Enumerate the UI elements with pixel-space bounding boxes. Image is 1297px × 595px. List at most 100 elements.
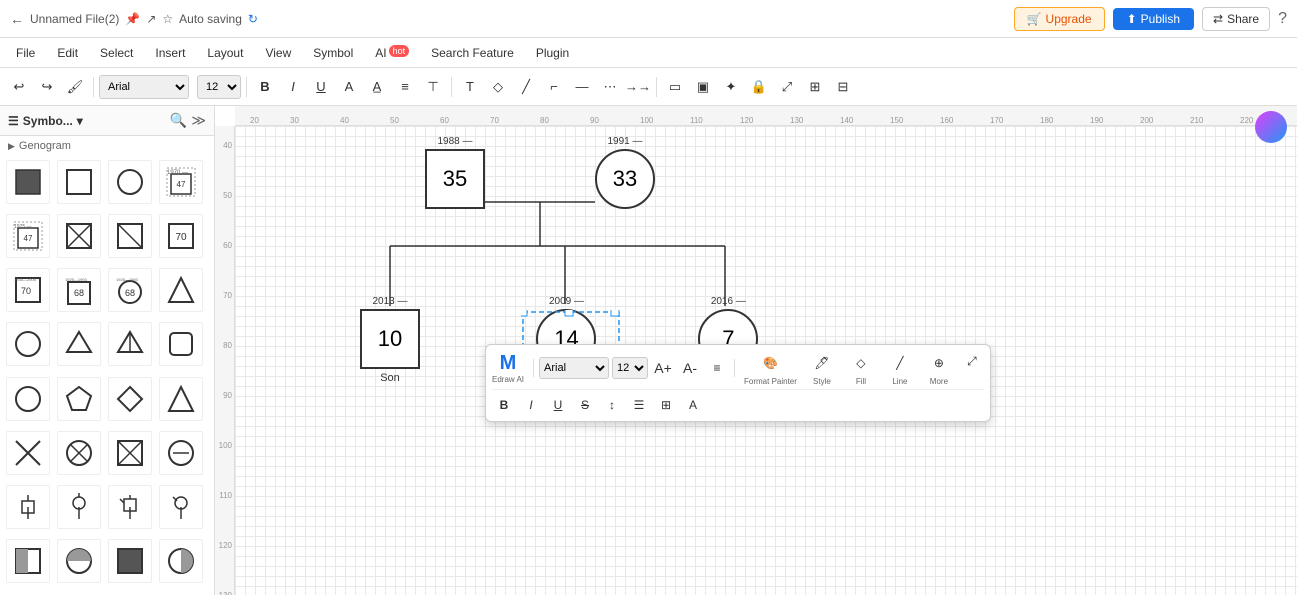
bold-button[interactable]: B	[252, 74, 278, 100]
symbol-square-solid[interactable]	[6, 160, 50, 204]
symbol-triangle-up[interactable]	[159, 377, 203, 421]
font-family-select[interactable]: Arial	[99, 75, 189, 99]
symbol-plant2[interactable]	[57, 485, 101, 529]
float-font-color-btn[interactable]: A	[681, 393, 705, 417]
menu-search[interactable]: Search Feature	[421, 42, 524, 64]
symbol-triangle-down-2[interactable]	[57, 322, 101, 366]
symbol-half-circle[interactable]	[57, 539, 101, 583]
line-style2-btn[interactable]: ⋯	[597, 74, 623, 100]
symbol-half-sq[interactable]	[6, 539, 50, 583]
fill-color-btn[interactable]: ◇	[485, 74, 511, 100]
menubar: File Edit Select Insert Layout View Symb…	[0, 38, 1297, 68]
connector-btn[interactable]: ⌐	[541, 74, 567, 100]
upgrade-button[interactable]: 🛒 Upgrade	[1014, 7, 1105, 31]
node-33[interactable]: 1991 — 33	[595, 136, 655, 209]
canvas[interactable]: 1988 — 35 1991 — 33	[235, 126, 1297, 595]
symbol-rounded-square[interactable]	[159, 322, 203, 366]
menu-symbol[interactable]: Symbol	[303, 42, 363, 64]
symbol-sq-70b[interactable]: 70 1935—2006	[6, 268, 50, 312]
symbol-square-num47[interactable]: 47 1970 —	[159, 160, 203, 204]
symbol-dark-sq[interactable]	[108, 539, 152, 583]
font-color-button[interactable]: A	[336, 74, 362, 100]
align-left-button[interactable]: ≡	[392, 74, 418, 100]
align-btn2[interactable]: ⊟	[830, 74, 856, 100]
symbol-square-outline[interactable]	[57, 160, 101, 204]
float-decrease-font-btn[interactable]: A-	[678, 356, 702, 380]
float-italic-btn[interactable]: I	[519, 393, 543, 417]
table-btn[interactable]: ⊞	[802, 74, 828, 100]
float-fill-section[interactable]: ◇ Fill	[843, 349, 879, 386]
symbol-circle-x[interactable]	[159, 431, 203, 475]
float-align-btn[interactable]: ≡	[705, 356, 729, 380]
float-style-section[interactable]: 🖊 Style	[804, 349, 840, 386]
float-bold-btn[interactable]: B	[492, 393, 516, 417]
symbol-diamond[interactable]	[108, 377, 152, 421]
symbol-sq-diag[interactable]	[108, 214, 152, 258]
float-line-spacing-btn[interactable]: ↕	[600, 393, 624, 417]
float-size-select[interactable]: 12	[612, 357, 648, 379]
symbol-pentagon[interactable]	[57, 377, 101, 421]
float-font-select[interactable]: Arial	[539, 357, 609, 379]
italic-button[interactable]: I	[280, 74, 306, 100]
symbol-plant3[interactable]	[108, 485, 152, 529]
symbol-circle-outline-sm[interactable]	[6, 322, 50, 366]
font-size-select[interactable]: 12	[197, 75, 241, 99]
help-button[interactable]: ?	[1278, 10, 1287, 28]
extra-btn[interactable]: ✦	[718, 74, 744, 100]
float-list-btn[interactable]: ☰	[627, 393, 651, 417]
menu-file[interactable]: File	[6, 42, 45, 64]
unlink-btn[interactable]: ⤢	[774, 74, 800, 100]
symbol-sq-x[interactable]	[108, 431, 152, 475]
user-avatar[interactable]	[1255, 111, 1287, 143]
symbol-circle-outline[interactable]	[108, 160, 152, 204]
font-bg-button[interactable]: A̲	[364, 74, 390, 100]
menu-select[interactable]: Select	[90, 42, 143, 64]
shadow-btn[interactable]: ▣	[690, 74, 716, 100]
symbol-sq-cross[interactable]	[57, 214, 101, 258]
arrow-btn[interactable]: →→	[625, 74, 651, 100]
share-button[interactable]: ⇄ Share	[1202, 7, 1270, 31]
sidebar-search-button[interactable]: 🔍	[170, 112, 187, 129]
format-painter-button[interactable]: 🖌	[62, 74, 88, 100]
float-more-section[interactable]: ⊕ More	[921, 349, 957, 386]
lock-btn[interactable]: 🔒	[746, 74, 772, 100]
underline-button[interactable]: U	[308, 74, 334, 100]
node-10-son[interactable]: 2013 — 10 Son	[360, 296, 420, 384]
symbol-circle-sm2[interactable]	[6, 377, 50, 421]
node-35[interactable]: 1988 — 35	[425, 136, 485, 209]
text-orient-button[interactable]: ⊤	[420, 74, 446, 100]
float-increase-font-btn[interactable]: A+	[651, 356, 675, 380]
menu-ai[interactable]: AIhot	[365, 42, 419, 64]
float-underline-btn[interactable]: U	[546, 393, 570, 417]
symbol-half-circle-2[interactable]	[159, 539, 203, 583]
menu-layout[interactable]: Layout	[197, 42, 253, 64]
undo-button[interactable]: ↩	[6, 74, 32, 100]
symbol-triangle-down[interactable]	[159, 268, 203, 312]
symbol-x-mark[interactable]	[6, 431, 50, 475]
menu-view[interactable]: View	[255, 42, 301, 64]
symbol-circle-68[interactable]: 68 1925—1993	[108, 268, 152, 312]
symbol-plant1[interactable]	[6, 485, 50, 529]
menu-insert[interactable]: Insert	[145, 42, 195, 64]
float-format-painter-section[interactable]: 🎨 Format Painter	[740, 349, 801, 386]
shape-btn[interactable]: ▭	[662, 74, 688, 100]
sidebar-section-genogram[interactable]: Genogram	[0, 136, 214, 156]
symbol-triangle-down-3[interactable]	[108, 322, 152, 366]
line-style-btn[interactable]: —	[569, 74, 595, 100]
text-button[interactable]: T	[457, 74, 483, 100]
redo-button[interactable]: ↪	[34, 74, 60, 100]
symbol-plant4[interactable]	[159, 485, 203, 529]
float-line-section[interactable]: ╱ Line	[882, 349, 918, 386]
menu-edit[interactable]: Edit	[47, 42, 88, 64]
float-align-h-btn[interactable]: ⊞	[654, 393, 678, 417]
float-expand-btn[interactable]: ⤢	[960, 349, 984, 373]
symbol-sq-47[interactable]: 47 1975 —	[6, 214, 50, 258]
float-strike-btn[interactable]: S	[573, 393, 597, 417]
menu-plugin[interactable]: Plugin	[526, 42, 579, 64]
sidebar-collapse-button[interactable]: ≫	[191, 112, 206, 129]
publish-button[interactable]: ⬆ Publish	[1113, 8, 1194, 30]
symbol-sq-68-dated[interactable]: 68 1925—1993	[57, 268, 101, 312]
symbol-x-circle[interactable]	[57, 431, 101, 475]
symbol-sq-70[interactable]: 70	[159, 214, 203, 258]
line-btn[interactable]: ╱	[513, 74, 539, 100]
